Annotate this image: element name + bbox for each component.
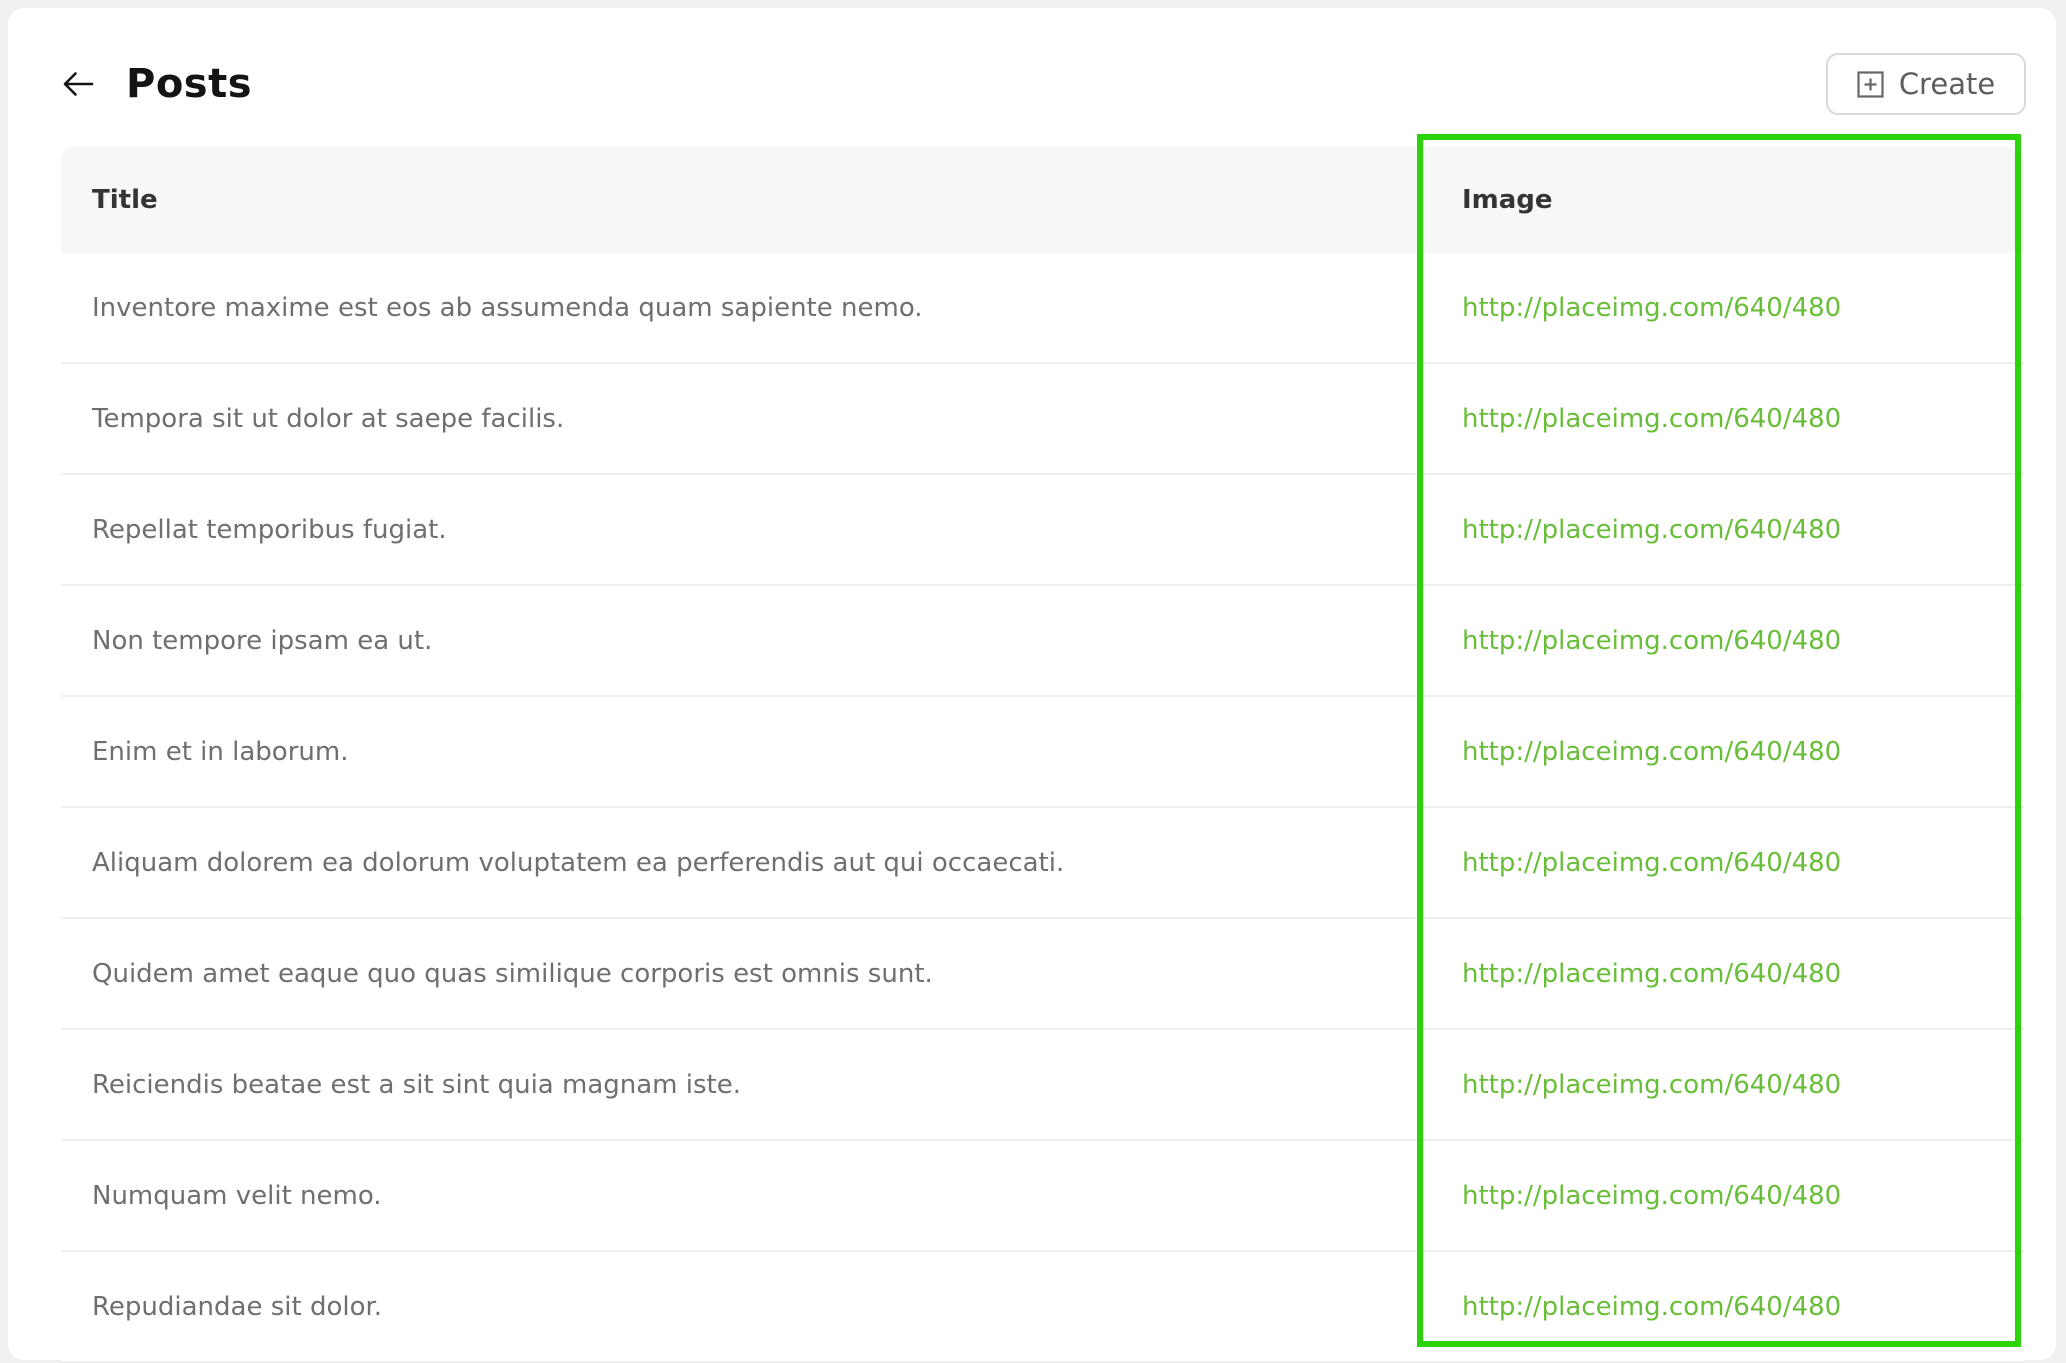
back-button[interactable] xyxy=(60,66,96,102)
column-header-image[interactable]: Image xyxy=(1429,185,2024,215)
table-row[interactable]: Non tempore ipsam ea ut. http://placeimg… xyxy=(61,586,2024,697)
page-topbar: Posts Create xyxy=(60,53,2026,115)
post-image-link[interactable]: http://placeimg.com/640/480 xyxy=(1462,1181,1841,1211)
table-header-row: Title Image xyxy=(61,147,2024,253)
post-title-cell: Aliquam dolorem ea dolorum voluptatem ea… xyxy=(92,847,1065,878)
post-title-cell: Enim et in laborum. xyxy=(92,736,349,767)
post-image-link[interactable]: http://placeimg.com/640/480 xyxy=(1462,848,1841,878)
table-row[interactable]: Numquam velit nemo. http://placeimg.com/… xyxy=(61,1141,2024,1252)
post-title-cell: Inventore maxime est eos ab assumenda qu… xyxy=(92,292,923,323)
post-image-link[interactable]: http://placeimg.com/640/480 xyxy=(1462,1070,1841,1100)
post-title-cell: Repudiandae sit dolor. xyxy=(92,1291,383,1322)
post-image-link[interactable]: http://placeimg.com/640/480 xyxy=(1462,404,1841,434)
post-image-link[interactable]: http://placeimg.com/640/480 xyxy=(1462,737,1841,767)
table-row[interactable]: Quidem amet eaque quo quas similique cor… xyxy=(61,919,2024,1030)
column-header-title[interactable]: Title xyxy=(61,185,1429,215)
table-row[interactable]: Enim et in laborum. http://placeimg.com/… xyxy=(61,697,2024,808)
post-image-link[interactable]: http://placeimg.com/640/480 xyxy=(1462,515,1841,545)
post-title-cell: Tempora sit ut dolor at saepe facilis. xyxy=(92,403,565,434)
create-button[interactable]: Create xyxy=(1826,53,2026,115)
post-title-cell: Numquam velit nemo. xyxy=(92,1180,382,1211)
create-button-label: Create xyxy=(1898,67,1996,101)
post-image-link[interactable]: http://placeimg.com/640/480 xyxy=(1462,293,1841,323)
post-title-cell: Reiciendis beatae est a sit sint quia ma… xyxy=(92,1069,741,1100)
table-row[interactable]: Repellat temporibus fugiat. http://place… xyxy=(61,475,2024,586)
post-image-link[interactable]: http://placeimg.com/640/480 xyxy=(1462,626,1841,656)
post-title-cell: Quidem amet eaque quo quas similique cor… xyxy=(92,958,933,989)
posts-page-card: Posts Create Title Image Inventore maxim… xyxy=(8,8,2056,1363)
table-row[interactable]: Aliquam dolorem ea dolorum voluptatem ea… xyxy=(61,808,2024,919)
table-row[interactable]: Reiciendis beatae est a sit sint quia ma… xyxy=(61,1030,2024,1141)
table-row[interactable]: Tempora sit ut dolor at saepe facilis. h… xyxy=(61,364,2024,475)
table-row[interactable]: Inventore maxime est eos ab assumenda qu… xyxy=(61,253,2024,364)
page-title: Posts xyxy=(126,61,253,107)
plus-square-icon xyxy=(1857,70,1884,98)
post-image-link[interactable]: http://placeimg.com/640/480 xyxy=(1462,1292,1841,1322)
arrow-left-icon xyxy=(61,69,95,99)
table-row[interactable]: Repudiandae sit dolor. http://placeimg.c… xyxy=(61,1252,2024,1363)
post-title-cell: Repellat temporibus fugiat. xyxy=(92,514,447,545)
posts-table: Title Image Inventore maxime est eos ab … xyxy=(61,147,2024,1363)
post-title-cell: Non tempore ipsam ea ut. xyxy=(92,625,433,656)
post-image-link[interactable]: http://placeimg.com/640/480 xyxy=(1462,959,1841,989)
